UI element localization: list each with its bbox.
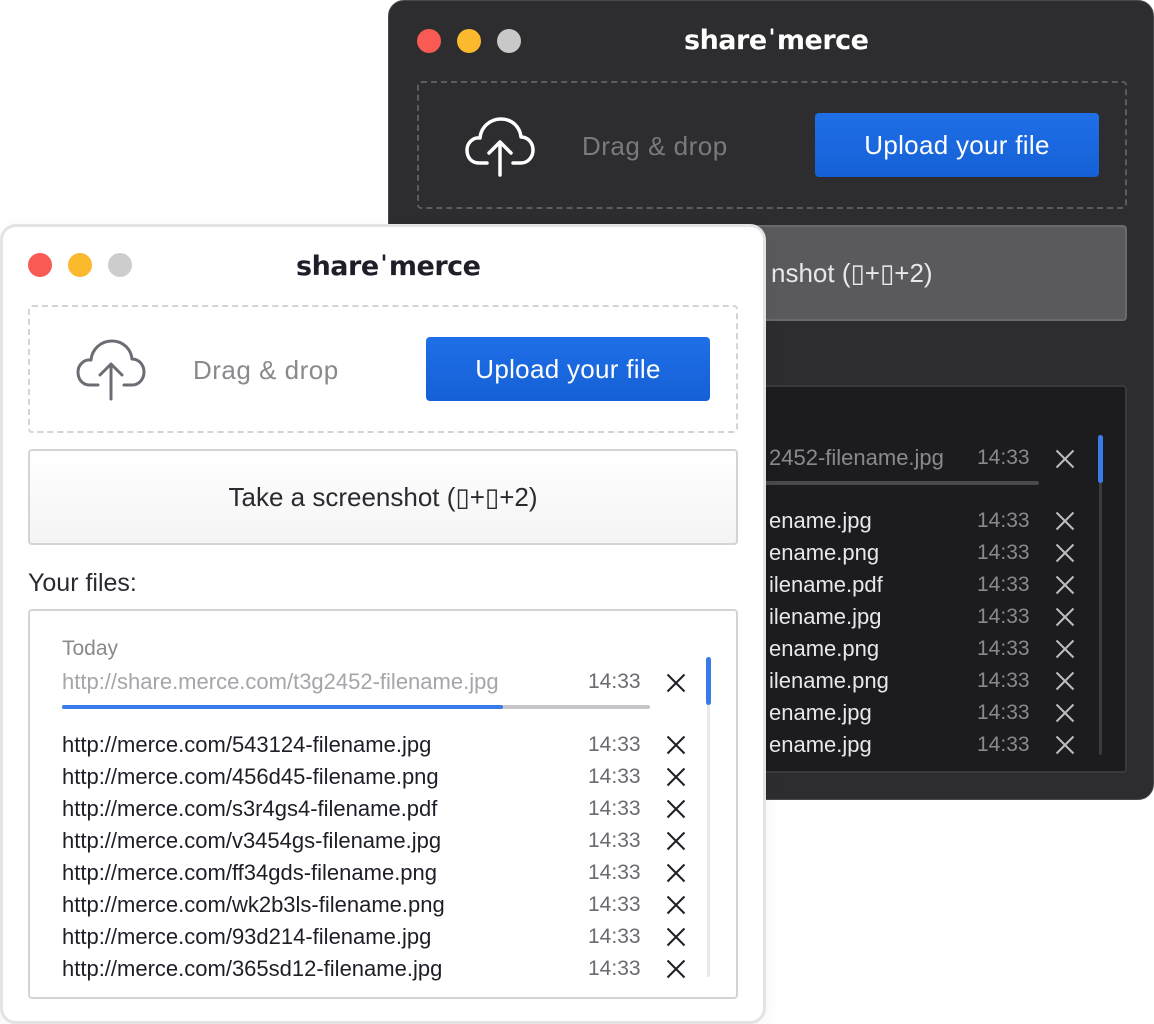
file-row[interactable]: http://merce.com/wk2b3ls-filename.png 14:…	[30, 889, 700, 921]
files-heading: Your files:	[28, 569, 137, 597]
light-app-window: share'merce Drag & drop Upload your file…	[0, 224, 766, 1024]
brand-mark: '	[768, 26, 776, 51]
file-time: 14:33	[977, 637, 1030, 660]
file-time: 14:33	[588, 957, 641, 980]
file-row[interactable]: http://merce.com/93d214-filename.jpg 14:3…	[30, 921, 700, 953]
close-icon[interactable]	[1055, 543, 1075, 563]
file-url[interactable]: ilename.jpg	[769, 604, 882, 630]
file-url[interactable]: ename.png	[769, 540, 879, 566]
drop-zone[interactable]: Drag & drop Upload your file	[417, 81, 1127, 209]
close-icon[interactable]	[666, 895, 686, 915]
close-icon[interactable]	[666, 735, 686, 755]
close-icon[interactable]	[1055, 703, 1075, 723]
close-icon[interactable]	[1055, 575, 1075, 595]
close-icon[interactable]	[666, 831, 686, 851]
close-icon[interactable]	[666, 863, 686, 883]
file-url[interactable]: ilename.pdf	[769, 572, 883, 598]
scrollbar-thumb[interactable]	[706, 657, 711, 705]
file-url[interactable]: http://merce.com/v3454gs-filename.jpg	[62, 828, 441, 854]
close-icon[interactable]	[1055, 607, 1075, 627]
file-time: 14:33	[977, 669, 1030, 692]
group-label-today: Today	[62, 637, 119, 660]
file-time: 14:33	[588, 765, 641, 788]
file-url[interactable]: http://merce.com/93d214-filename.jpg	[62, 924, 431, 950]
file-row[interactable]: http://merce.com/ff34gds-filename.png 14:…	[30, 857, 700, 889]
file-row[interactable]: http://merce.com/365sd12-filename.jpg 14:…	[30, 953, 700, 985]
file-time: 14:33	[977, 733, 1030, 756]
file-row[interactable]: http://merce.com/543124-filename.jpg 14:3…	[30, 729, 700, 761]
pending-file-time: 14:33	[588, 670, 641, 693]
pending-file-url[interactable]: 2452-filename.jpg	[769, 445, 944, 471]
file-row[interactable]: http://merce.com/s3r4gs4-filename.pdf 14:…	[30, 793, 700, 825]
brand-left: share	[684, 25, 767, 56]
file-time: 14:33	[977, 701, 1030, 724]
brand-mark: '	[380, 252, 388, 277]
zoom-window-button[interactable]	[108, 253, 132, 277]
file-url[interactable]: http://merce.com/456d45-filename.png	[62, 764, 439, 790]
close-window-button[interactable]	[28, 253, 52, 277]
file-url[interactable]: ename.png	[769, 636, 879, 662]
file-time: 14:33	[588, 893, 641, 916]
minimize-window-button[interactable]	[68, 253, 92, 277]
file-url[interactable]: ename.jpg	[769, 732, 872, 758]
upload-file-button[interactable]: Upload your file	[426, 337, 710, 401]
cloud-upload-icon	[76, 339, 146, 401]
file-url[interactable]: http://merce.com/365sd12-filename.jpg	[62, 956, 442, 982]
file-url[interactable]: ename.jpg	[769, 700, 872, 726]
close-window-button[interactable]	[417, 29, 441, 53]
file-url[interactable]: http://merce.com/s3r4gs4-filename.pdf	[62, 796, 437, 822]
brand-right: merce	[388, 251, 481, 282]
close-icon[interactable]	[1055, 735, 1075, 755]
pending-file-url[interactable]: http://share.merce.com/t3g2452-filename.…	[62, 669, 499, 695]
scrollbar[interactable]	[1098, 435, 1103, 755]
brand-left: share	[296, 251, 379, 282]
file-time: 14:33	[977, 605, 1030, 628]
file-row[interactable]: http://merce.com/v3454gs-filename.jpg 14:…	[30, 825, 700, 857]
file-time: 14:33	[588, 797, 641, 820]
window-controls	[417, 29, 521, 53]
file-time: 14:33	[588, 925, 641, 948]
close-icon[interactable]	[666, 927, 686, 947]
zoom-window-button[interactable]	[497, 29, 521, 53]
minimize-window-button[interactable]	[457, 29, 481, 53]
close-icon[interactable]	[666, 767, 686, 787]
file-url[interactable]: http://merce.com/wk2b3ls-filename.png	[62, 892, 445, 918]
upload-progress-fill	[62, 705, 503, 709]
close-icon[interactable]	[666, 799, 686, 819]
scrollbar[interactable]	[706, 657, 711, 977]
close-icon[interactable]	[666, 673, 686, 693]
close-icon[interactable]	[666, 959, 686, 979]
window-controls	[28, 253, 132, 277]
file-url[interactable]: http://merce.com/ff34gds-filename.png	[62, 860, 437, 886]
upload-progress-bar	[62, 705, 650, 709]
upload-file-button[interactable]: Upload your file	[815, 113, 1099, 177]
close-icon[interactable]	[1055, 671, 1075, 691]
file-url[interactable]: http://merce.com/543124-filename.jpg	[62, 732, 431, 758]
file-time: 14:33	[588, 861, 641, 884]
drag-drop-label: Drag & drop	[582, 131, 728, 161]
files-list: Today http://share.merce.com/t3g2452-fil…	[28, 609, 738, 999]
file-time: 14:33	[588, 829, 641, 852]
cloud-upload-icon	[465, 117, 535, 177]
close-icon[interactable]	[1055, 511, 1075, 531]
brand-logo: share'merce	[296, 251, 481, 282]
drop-zone[interactable]: Drag & drop Upload your file	[28, 305, 738, 433]
file-time: 14:33	[977, 509, 1030, 532]
take-screenshot-button[interactable]: Take a screenshot (▯+▯+2)	[28, 449, 738, 545]
close-icon[interactable]	[1055, 449, 1075, 469]
brand-logo: share'merce	[684, 25, 869, 56]
file-url[interactable]: ename.jpg	[769, 508, 872, 534]
file-url[interactable]: ilename.png	[769, 668, 889, 694]
file-time: 14:33	[588, 733, 641, 756]
close-icon[interactable]	[1055, 639, 1075, 659]
file-time: 14:33	[977, 573, 1030, 596]
scrollbar-thumb[interactable]	[1098, 435, 1103, 483]
file-row[interactable]: http://merce.com/456d45-filename.png 14:3…	[30, 761, 700, 793]
file-time: 14:33	[977, 541, 1030, 564]
drag-drop-label: Drag & drop	[193, 355, 339, 385]
brand-right: merce	[776, 25, 869, 56]
pending-file-time: 14:33	[977, 446, 1030, 469]
